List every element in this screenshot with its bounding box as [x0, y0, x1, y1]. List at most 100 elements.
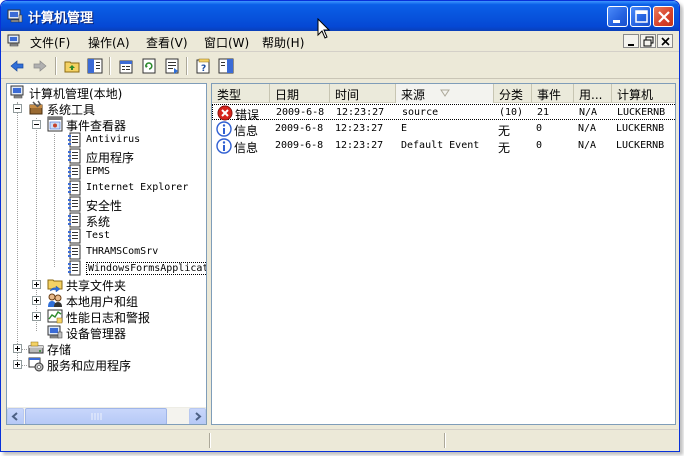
tree-label: Internet Explorer	[86, 182, 189, 193]
menu-view[interactable]: 查看(V)	[146, 34, 188, 51]
forward-button[interactable]	[30, 56, 50, 76]
chevron-left-icon	[11, 412, 18, 421]
cell-source: Default Event	[401, 140, 480, 151]
event-row[interactable]: 信息 2009-6-8 12:23:27 E 无 0 N/A LUCKERNB	[212, 121, 675, 138]
tree-label: 系统	[86, 215, 111, 229]
tree-horizontal-scrollbar[interactable]	[7, 407, 206, 424]
storage-icon	[28, 341, 44, 354]
cell-source: source	[402, 107, 439, 118]
cell-time: 12:23:27	[335, 123, 384, 134]
console-tree[interactable]: 计算机管理(本地) 系统工具 事件查看器 Antivirus 应用程序 EPMS…	[6, 83, 207, 425]
cell-user: N/A	[578, 123, 597, 134]
column-header-user[interactable]: 用...	[574, 84, 612, 103]
back-button[interactable]	[7, 56, 27, 76]
info-icon	[216, 121, 232, 137]
cell-user: N/A	[579, 107, 598, 118]
log-file-icon	[68, 180, 81, 196]
back-icon	[10, 60, 24, 72]
window-title: 计算机管理	[28, 11, 94, 26]
refresh-icon	[142, 58, 156, 74]
toolbar-separator	[55, 57, 57, 75]
collapse-toggle[interactable]	[32, 120, 41, 129]
refresh-button[interactable]	[139, 56, 159, 76]
up-folder-icon	[64, 61, 80, 73]
menu-bar: 文件(F) 操作(A) 查看(V) 窗口(W) 帮助(H)	[1, 31, 679, 52]
expand-toggle[interactable]	[13, 344, 22, 353]
svg-text:?: ?	[201, 64, 206, 74]
event-list[interactable]: 类型 日期 时间 来源 分类 事件 用... 计算机 错误 2009-6-8 1…	[211, 83, 676, 425]
title-bar[interactable]: 计算机管理	[1, 1, 679, 31]
collapse-toggle[interactable]	[13, 104, 22, 113]
tree-label: 共享文件夹	[66, 279, 127, 293]
column-header-computer[interactable]: 计算机	[612, 84, 675, 103]
mdi-close-button[interactable]	[657, 34, 673, 48]
menu-window[interactable]: 窗口(W)	[204, 34, 249, 51]
log-file-icon	[68, 164, 81, 180]
expand-toggle[interactable]	[13, 360, 22, 369]
properties-button[interactable]	[116, 56, 136, 76]
scroll-left-button[interactable]	[7, 408, 24, 424]
export-list-icon	[165, 58, 179, 74]
cell-date: 2009-6-8	[275, 123, 324, 134]
minimize-icon	[628, 44, 634, 46]
tools-icon	[29, 100, 43, 115]
column-label: 来源	[401, 88, 426, 102]
column-label: 用...	[579, 88, 603, 102]
chevron-right-icon	[195, 412, 202, 421]
error-icon	[217, 105, 233, 121]
maximize-icon	[635, 10, 648, 23]
sort-descending-icon	[440, 89, 450, 97]
column-header-event[interactable]: 事件	[532, 84, 574, 103]
mdi-restore-button[interactable]	[640, 34, 656, 48]
close-button[interactable]	[653, 6, 674, 27]
info-icon	[216, 138, 232, 154]
log-file-icon	[68, 132, 81, 148]
computer-management-icon	[10, 85, 24, 99]
scroll-right-button[interactable]	[189, 408, 206, 424]
performance-logs-icon	[47, 309, 63, 324]
cell-category: 无	[498, 124, 511, 138]
cell-time: 12:23:27	[335, 140, 384, 151]
cell-event: 21	[537, 107, 550, 118]
column-header-category[interactable]: 分类	[494, 84, 532, 103]
event-row[interactable]: 信息 2009-6-8 12:23:27 Default Event 无 0 N…	[212, 138, 675, 155]
expand-toggle[interactable]	[32, 280, 41, 289]
show-action-pane-icon	[218, 58, 234, 74]
menu-action[interactable]: 操作(A)	[88, 34, 130, 51]
show-hide-tree-icon	[87, 58, 103, 74]
event-row[interactable]: 错误 2009-6-8 12:23:27 source (10) 21 N/A …	[212, 104, 675, 122]
export-list-button[interactable]	[162, 56, 182, 76]
maximize-button[interactable]	[630, 6, 651, 27]
expand-toggle[interactable]	[32, 312, 41, 321]
log-file-icon	[68, 212, 81, 228]
show-hide-tree-button[interactable]	[85, 56, 105, 76]
cell-type: 信息	[234, 124, 259, 138]
tree-label: 本地用户和组	[66, 295, 139, 309]
tree-line	[54, 134, 55, 267]
column-header-type[interactable]: 类型	[212, 84, 270, 103]
minimize-button[interactable]	[607, 6, 628, 27]
column-header-date[interactable]: 日期	[270, 84, 330, 103]
menu-help[interactable]: 帮助(H)	[262, 34, 304, 51]
document-window-icon[interactable]	[7, 34, 23, 48]
expand-toggle[interactable]	[32, 296, 41, 305]
mdi-minimize-button[interactable]	[623, 34, 639, 48]
show-action-pane-button[interactable]	[216, 56, 236, 76]
services-icon	[28, 357, 44, 372]
log-file-icon	[68, 228, 81, 244]
help-button[interactable]: ?	[193, 56, 213, 76]
log-file-icon	[68, 196, 81, 212]
status-separator	[444, 433, 446, 448]
menu-file[interactable]: 文件(F)	[30, 34, 70, 51]
column-label: 计算机	[617, 88, 654, 102]
users-icon	[48, 293, 62, 307]
log-file-icon	[68, 244, 81, 260]
event-viewer-icon	[47, 116, 63, 132]
column-header-time[interactable]: 时间	[330, 84, 396, 103]
scroll-thumb[interactable]	[25, 408, 167, 424]
tree-label: EPMS	[86, 166, 111, 177]
up-one-level-button[interactable]	[62, 56, 82, 76]
column-header-source[interactable]: 来源	[396, 84, 494, 103]
toolbar: ?	[1, 53, 679, 79]
toolbar-separator	[109, 57, 111, 75]
